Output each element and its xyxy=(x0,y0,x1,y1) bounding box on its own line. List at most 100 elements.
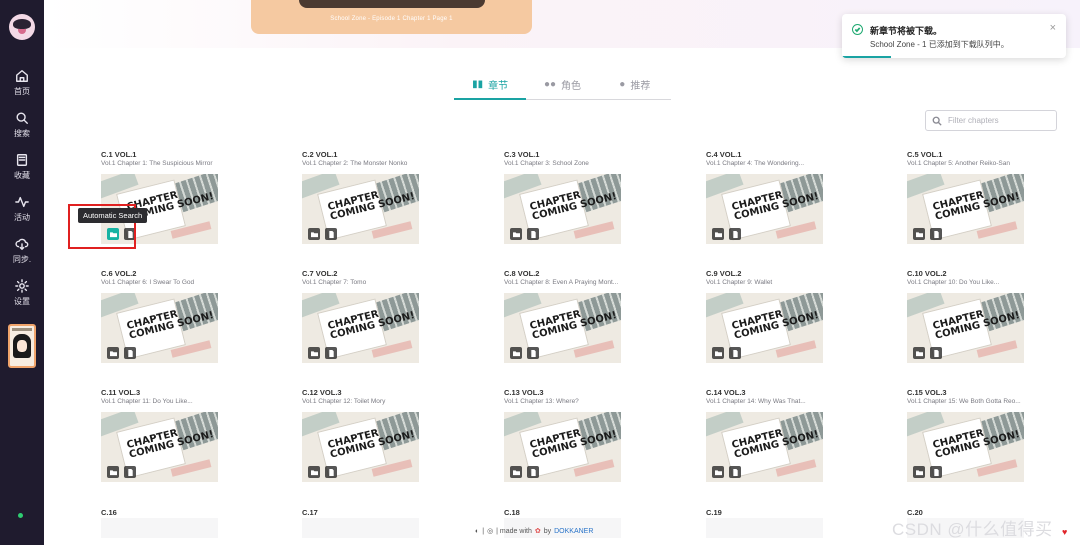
chapter-cover[interactable]: CHAPTER COMING SOON! xyxy=(907,174,1024,244)
download-button[interactable] xyxy=(527,466,539,478)
sidebar-item-search[interactable]: 搜索 xyxy=(0,104,44,146)
sidebar-item-settings[interactable]: 设置 xyxy=(0,272,44,314)
automatic-search-button[interactable] xyxy=(308,228,320,240)
sidebar-item-home[interactable]: 首页 xyxy=(0,62,44,104)
cover-actions xyxy=(308,347,337,359)
chapter-card[interactable]: C.1 VOL.1 Vol.1 Chapter 1: The Suspicious… xyxy=(101,150,271,244)
chapter-subtitle: Vol.1 Chapter 9: Wallet xyxy=(706,279,773,286)
automatic-search-button[interactable] xyxy=(712,466,724,478)
chapter-cover[interactable]: CHAPTER COMING SOON! xyxy=(706,293,823,363)
download-button[interactable] xyxy=(124,466,136,478)
chapter-card[interactable]: C.14 VOL.3 Vol.1 Chapter 14: Why Was That… xyxy=(706,388,876,482)
automatic-search-button[interactable] xyxy=(510,347,522,359)
download-button[interactable] xyxy=(729,466,741,478)
chapter-title: C.3 VOL.1 xyxy=(504,150,540,159)
paw-icon: ✿ xyxy=(534,528,541,535)
automatic-search-button[interactable] xyxy=(308,347,320,359)
chapter-card[interactable]: C.13 VOL.3 Vol.1 Chapter 13: Where? CHAPTE… xyxy=(504,388,674,482)
chapter-placeholder xyxy=(706,518,823,538)
download-button[interactable] xyxy=(930,466,942,478)
chapter-cover[interactable]: CHAPTER COMING SOON! xyxy=(101,293,218,363)
folder-icon xyxy=(714,350,722,356)
automatic-search-button[interactable] xyxy=(308,466,320,478)
cloud-sync-icon xyxy=(15,238,29,250)
chapter-card[interactable]: C.5 VOL.1 Vol.1 Chapter 5: Another Reiko-… xyxy=(907,150,1077,244)
download-button[interactable] xyxy=(325,466,337,478)
download-button[interactable] xyxy=(930,228,942,240)
automatic-search-button[interactable] xyxy=(107,347,119,359)
chapter-cover[interactable]: CHAPTER COMING SOON! xyxy=(706,412,823,482)
chapter-subtitle: Vol.1 Chapter 6: I Swear To God xyxy=(101,279,195,286)
chapter-card[interactable]: C.9 VOL.2 Vol.1 Chapter 9: Wallet CHAPTER … xyxy=(706,269,876,363)
chapter-cover[interactable]: CHAPTER COMING SOON! xyxy=(907,412,1024,482)
tab-characters[interactable]: ●● 角色 xyxy=(526,70,598,99)
chapter-card[interactable]: C.7 VOL.2 Vol.1 Chapter 7: Tomo CHAPTER CO… xyxy=(302,269,472,363)
chapter-title: C.16 xyxy=(101,508,117,517)
chapter-card[interactable]: C.16 xyxy=(101,508,271,538)
bulb-icon: ● xyxy=(619,79,626,90)
chapter-card[interactable]: C.10 VOL.2 Vol.1 Chapter 10: Do You Like.… xyxy=(907,269,1077,363)
automatic-search-button[interactable] xyxy=(913,347,925,359)
download-button[interactable] xyxy=(325,228,337,240)
chapter-subtitle: Vol.1 Chapter 5: Another Reiko-San xyxy=(907,160,1010,167)
chapter-title: C.5 VOL.1 xyxy=(907,150,943,159)
app-logo[interactable] xyxy=(9,14,35,40)
folder-icon xyxy=(915,231,923,237)
chapter-card[interactable]: C.17 xyxy=(302,508,472,538)
chapter-card[interactable]: C.6 VOL.2 Vol.1 Chapter 6: I Swear To God… xyxy=(101,269,271,363)
chapter-subtitle: Vol.1 Chapter 12: Toilet Mory xyxy=(302,398,386,405)
chapter-cover[interactable]: CHAPTER COMING SOON! xyxy=(302,412,419,482)
folder-icon xyxy=(109,469,117,475)
cover-actions xyxy=(712,228,741,240)
download-button[interactable] xyxy=(325,347,337,359)
chapter-card[interactable]: C.12 VOL.3 Vol.1 Chapter 12: Toilet Mory C… xyxy=(302,388,472,482)
download-button[interactable] xyxy=(124,347,136,359)
chapter-card[interactable]: C.3 VOL.1 Vol.1 Chapter 3: School Zone CHA… xyxy=(504,150,674,244)
chapter-card[interactable]: C.11 VOL.3 Vol.1 Chapter 11: Do You Like.… xyxy=(101,388,271,482)
automatic-search-button[interactable] xyxy=(913,466,925,478)
cover-actions xyxy=(308,228,337,240)
chapter-card[interactable]: C.15 VOL.3 Vol.1 Chapter 15: We Both Gott… xyxy=(907,388,1077,482)
chapter-cover[interactable]: CHAPTER COMING SOON! xyxy=(101,412,218,482)
content-tabs: ▮▮ 章节 ●● 角色 ● 推荐 xyxy=(454,70,671,100)
chapter-cover[interactable]: CHAPTER COMING SOON! xyxy=(302,174,419,244)
sidebar-item-sync[interactable]: 同步. xyxy=(0,230,44,272)
chapter-cover[interactable]: CHAPTER COMING SOON! xyxy=(907,293,1024,363)
chapter-cover[interactable]: CHAPTER COMING SOON! xyxy=(504,293,621,363)
tab-recommendations[interactable]: ● 推荐 xyxy=(599,70,671,99)
automatic-search-button[interactable] xyxy=(712,228,724,240)
hero-cover: School Zone - Episode 1 Chapter 1 Page 1 xyxy=(251,0,532,34)
automatic-search-button[interactable] xyxy=(510,228,522,240)
chapter-card[interactable]: C.2 VOL.1 Vol.1 Chapter 2: The Monster No… xyxy=(302,150,472,244)
close-icon[interactable]: × xyxy=(1050,22,1056,34)
chapter-cover[interactable]: CHAPTER COMING SOON! xyxy=(706,174,823,244)
download-button[interactable] xyxy=(527,228,539,240)
sidebar-item-activity[interactable]: 活动 xyxy=(0,188,44,230)
automatic-search-button[interactable] xyxy=(712,347,724,359)
github-icon[interactable]: ◐ xyxy=(475,528,479,535)
chapter-card[interactable]: C.8 VOL.2 Vol.1 Chapter 8: Even A Praying… xyxy=(504,269,674,363)
footer-author-link[interactable]: DOKKANER xyxy=(554,528,593,535)
chapter-card[interactable]: C.4 VOL.1 Vol.1 Chapter 4: The Wondering.… xyxy=(706,150,876,244)
chapter-card[interactable]: C.19 xyxy=(706,508,876,538)
current-manga-thumbnail[interactable] xyxy=(8,324,36,368)
chapter-cover[interactable]: CHAPTER COMING SOON! xyxy=(504,412,621,482)
footer-made-with: | made with xyxy=(496,527,532,535)
download-button[interactable] xyxy=(527,347,539,359)
sidebar-item-library[interactable]: 收藏 xyxy=(0,146,44,188)
filter-chapters-input[interactable] xyxy=(948,116,1048,125)
instagram-icon[interactable]: ◎ xyxy=(487,527,493,535)
home-icon xyxy=(16,70,28,82)
tab-chapters[interactable]: ▮▮ 章节 xyxy=(454,70,527,100)
tab-label: 角色 xyxy=(561,81,582,92)
automatic-search-button[interactable] xyxy=(510,466,522,478)
automatic-search-button[interactable] xyxy=(107,466,119,478)
chapter-card[interactable]: C.18 xyxy=(504,508,674,538)
automatic-search-button[interactable] xyxy=(913,228,925,240)
download-button[interactable] xyxy=(729,347,741,359)
sidebar-item-label: 首页 xyxy=(14,87,30,96)
download-button[interactable] xyxy=(729,228,741,240)
chapter-cover[interactable]: CHAPTER COMING SOON! xyxy=(302,293,419,363)
download-button[interactable] xyxy=(930,347,942,359)
chapter-cover[interactable]: CHAPTER COMING SOON! xyxy=(504,174,621,244)
